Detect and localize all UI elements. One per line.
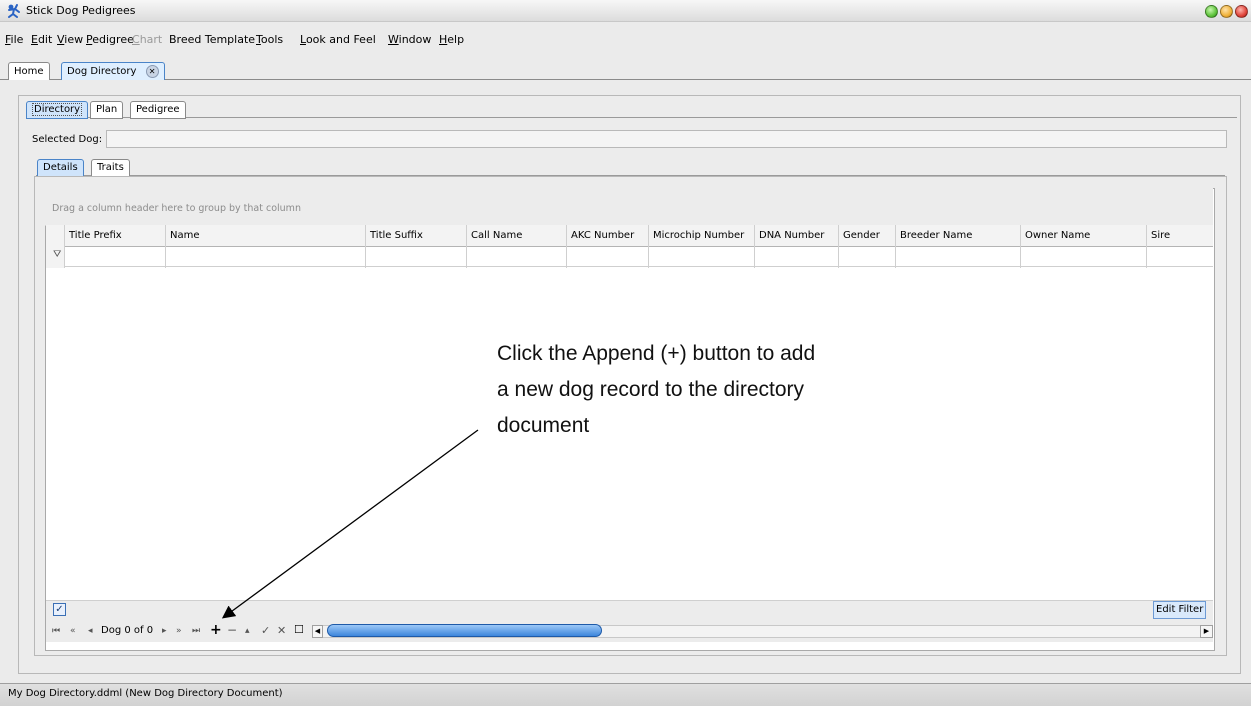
cancel-edit-button[interactable]: ✕	[277, 624, 286, 637]
tab-dog-directory-label: Dog Directory	[67, 66, 137, 77]
minimize-button[interactable]	[1205, 5, 1218, 18]
last-record-button[interactable]: ⏭	[192, 626, 200, 636]
scroll-left-icon[interactable]: ◀	[312, 625, 323, 638]
tab-pedigree[interactable]: Pedigree	[130, 101, 186, 119]
tab-dog-directory[interactable]: Dog Directory ✕	[61, 62, 165, 80]
tab-pedigree-label: Pedigree	[136, 104, 180, 115]
append-button[interactable]: +	[210, 622, 222, 638]
column-header[interactable]: Microchip Number	[648, 225, 755, 268]
column-header[interactable]: Title Prefix	[64, 225, 166, 268]
column-header-label: Microchip Number	[653, 230, 745, 241]
scrollbar-thumb[interactable]	[327, 624, 602, 637]
tab-traits[interactable]: Traits	[91, 159, 130, 177]
menu-pedigree[interactable]: Pedigree	[86, 33, 134, 46]
menu-chart[interactable]: Chart	[132, 33, 162, 46]
next-record-button[interactable]: ▸	[162, 626, 167, 636]
column-header-label: Breeder Name	[900, 230, 973, 241]
menu-look-and-feel[interactable]: Look and Feel	[300, 33, 376, 46]
selected-dog-field	[106, 130, 1227, 148]
column-header[interactable]: Owner Name	[1020, 225, 1147, 268]
column-header[interactable]: Call Name	[466, 225, 567, 268]
tab-details-label: Details	[43, 162, 78, 173]
scroll-right-icon[interactable]: ▶	[1200, 625, 1213, 638]
maximize-button[interactable]	[1220, 5, 1233, 18]
funnel-icon[interactable]: ⛛	[53, 249, 61, 260]
menu-view[interactable]: View	[57, 33, 83, 46]
tab-home[interactable]: Home	[8, 62, 50, 80]
close-tab-icon[interactable]: ✕	[145, 64, 159, 78]
menu-tools[interactable]: Tools	[256, 33, 283, 46]
refresh-button[interactable]: ☐	[294, 623, 304, 636]
menu-breed-template[interactable]: Breed Template	[169, 33, 255, 46]
menu-window[interactable]: Window	[388, 33, 431, 46]
status-text: My Dog Directory.ddml (New Dog Directory…	[8, 688, 283, 699]
window-title: Stick Dog Pedigrees	[26, 4, 136, 17]
column-header-label: Gender	[843, 230, 880, 241]
delete-button[interactable]: −	[227, 623, 237, 637]
edit-button[interactable]: ▴	[245, 626, 250, 636]
tab-directory[interactable]: Directory	[26, 101, 89, 119]
column-header-label: Call Name	[471, 230, 523, 241]
column-header[interactable]: AKC Number	[566, 225, 649, 268]
title-bar	[0, 0, 1251, 22]
doc-tabs-divider	[0, 79, 1251, 80]
menu-bar: File Edit View Pedigree Chart Breed Template T…	[0, 33, 1251, 49]
prev-record-button[interactable]: ◂	[88, 626, 93, 636]
group-by-hint: Drag a column header here to group by th…	[52, 203, 301, 214]
menu-edit[interactable]: Edit	[31, 33, 52, 46]
column-header[interactable]: Title Suffix	[365, 225, 467, 268]
column-header[interactable]: Sire	[1146, 225, 1214, 268]
view-tabs-divider	[26, 117, 1237, 118]
column-header[interactable]: Breeder Name	[895, 225, 1021, 268]
tab-traits-label: Traits	[97, 162, 124, 173]
tab-plan[interactable]: Plan	[90, 101, 124, 119]
tab-plan-label: Plan	[96, 104, 118, 115]
column-header-label: Name	[170, 230, 200, 241]
column-header-label: Sire	[1151, 230, 1171, 241]
post-button[interactable]: ✓	[261, 624, 270, 637]
app-logo-icon	[8, 4, 20, 18]
column-header[interactable]: Name	[165, 225, 366, 268]
column-header-label: DNA Number	[759, 230, 825, 241]
selected-dog-label: Selected Dog:	[32, 134, 103, 145]
filter-enabled-checkbox[interactable]: ✓	[53, 603, 66, 616]
column-header-label: Title Prefix	[69, 230, 122, 241]
annotation-callout: Click the Append (+) button to add a new…	[497, 342, 816, 437]
tab-home-label: Home	[14, 66, 44, 77]
column-header[interactable]: Gender	[838, 225, 896, 268]
menu-help[interactable]: Help	[439, 33, 464, 46]
row-indicator-column	[46, 225, 65, 268]
tab-details[interactable]: Details	[37, 159, 84, 177]
next-page-button[interactable]: »	[176, 626, 182, 636]
column-header-label: AKC Number	[571, 230, 635, 241]
first-record-button[interactable]: ⏮	[52, 626, 60, 636]
edit-filter-button[interactable]: Edit Filter	[1153, 601, 1207, 619]
column-header-label: Title Suffix	[370, 230, 423, 241]
menu-file[interactable]: File	[5, 33, 23, 46]
prev-page-button[interactable]: «	[70, 626, 76, 636]
column-header[interactable]: DNA Number	[754, 225, 839, 268]
column-header-label: Owner Name	[1025, 230, 1091, 241]
close-window-button[interactable]	[1235, 5, 1248, 18]
record-position-text: Dog 0 of 0	[101, 625, 154, 636]
grid-filter-footer	[46, 600, 1213, 623]
tab-directory-label: Directory	[32, 103, 83, 116]
